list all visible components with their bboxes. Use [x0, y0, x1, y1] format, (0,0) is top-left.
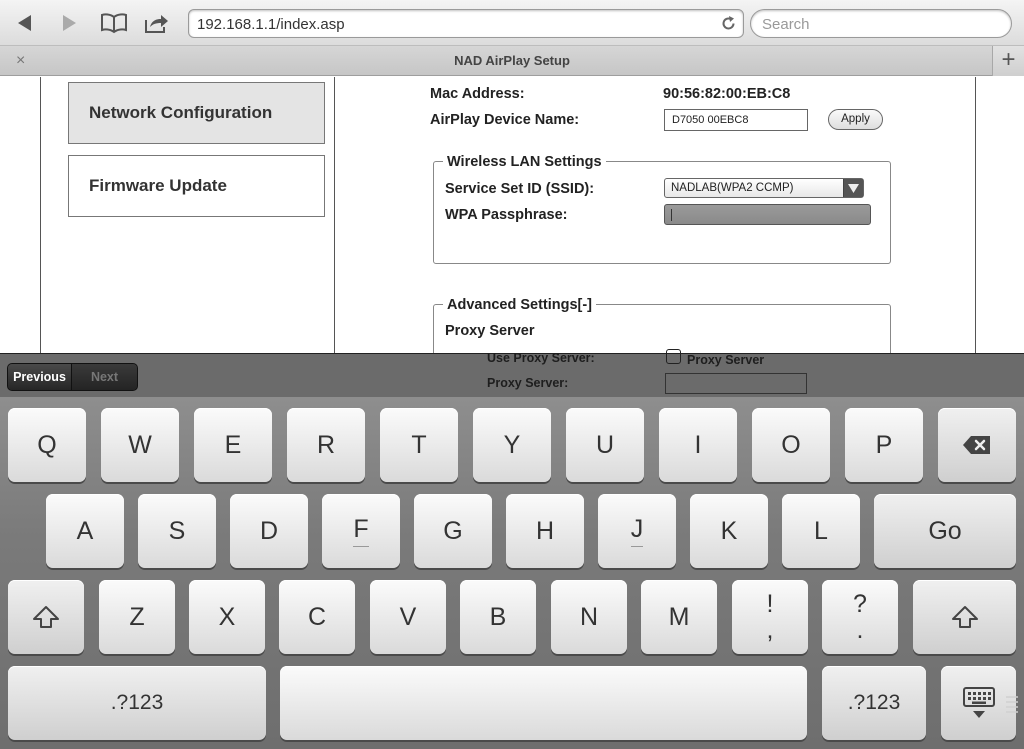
search-placeholder: Search [762, 16, 810, 33]
key-h[interactable]: H [506, 494, 584, 568]
new-tab-button[interactable]: + [992, 46, 1024, 76]
key-e[interactable]: E [194, 408, 272, 482]
hide-keyboard-key[interactable] [941, 666, 1016, 740]
key-r[interactable]: R [287, 408, 365, 482]
apply-button[interactable]: Apply [828, 109, 883, 130]
share-arrow-icon [145, 15, 168, 33]
key-question-label: ? [853, 590, 867, 618]
key-j-label: J [630, 515, 644, 547]
ssid-label: Service Set ID (SSID): [445, 181, 595, 197]
device-name-input[interactable]: D7050 00EBC8 [664, 109, 808, 131]
key-exclamation-label: ! [766, 590, 774, 618]
key-comma-label: , [766, 616, 774, 644]
open-book-icon [101, 13, 127, 34]
proxy-server-label: Proxy Server: [487, 376, 569, 390]
backspace-key[interactable] [938, 408, 1016, 482]
key-u[interactable]: U [566, 408, 644, 482]
wireless-settings-legend: Wireless LAN Settings [443, 154, 606, 170]
forward-button[interactable] [54, 9, 84, 37]
key-c[interactable]: C [279, 580, 355, 654]
device-name-label: AirPlay Device Name: [430, 112, 580, 128]
key-y[interactable]: Y [473, 408, 551, 482]
key-i[interactable]: I [659, 408, 737, 482]
shift-key-left[interactable] [8, 580, 84, 654]
wpa-passphrase-label: WPA Passphrase: [445, 207, 568, 223]
triangle-down-icon [848, 183, 859, 193]
key-k[interactable]: K [690, 494, 768, 568]
key-question-period[interactable]: ? . [822, 580, 898, 654]
proxy-server-input[interactable] [665, 373, 807, 394]
mac-address-value: 90:56:82:00:EB:C8 [663, 86, 791, 102]
next-button[interactable]: Next [72, 364, 137, 390]
sidebar-divider [334, 77, 335, 353]
key-g[interactable]: G [414, 494, 492, 568]
key-j[interactable]: J [598, 494, 676, 568]
address-bar[interactable]: 192.168.1.1/index.asp [188, 9, 744, 38]
proxy-checkbox[interactable] [666, 349, 681, 364]
browser-toolbar: 192.168.1.1/index.asp Search [0, 0, 1024, 46]
advanced-settings-legend[interactable]: Advanced Settings[-] [443, 297, 597, 313]
key-a[interactable]: A [46, 494, 124, 568]
sidebar-item-network-configuration[interactable]: Network Configuration [68, 82, 325, 144]
go-key[interactable]: Go [874, 494, 1016, 568]
wpa-passphrase-input[interactable] [664, 204, 871, 225]
page-border-right [975, 77, 976, 353]
tab-title[interactable]: NAD AirPlay Setup [0, 53, 1024, 68]
key-z[interactable]: Z [99, 580, 175, 654]
form-assistant-bar: Use Proxy Server: Proxy Server Proxy Ser… [0, 349, 1024, 397]
key-f-label: F [353, 515, 369, 547]
key-p[interactable]: P [845, 408, 923, 482]
keyboard-dismiss-icon [962, 687, 995, 718]
key-v[interactable]: V [370, 580, 446, 654]
key-d[interactable]: D [230, 494, 308, 568]
search-input[interactable]: Search [750, 9, 1012, 38]
bookmarks-button[interactable] [98, 9, 130, 37]
prev-next-control: Previous Next [7, 363, 138, 391]
web-page: Network Configuration Firmware Update Ma… [0, 77, 1024, 353]
key-o[interactable]: O [752, 408, 830, 482]
ssid-select[interactable]: NADLAB(WPA2 CCMP) [664, 178, 864, 198]
back-arrow-icon [18, 15, 31, 31]
key-b[interactable]: B [460, 580, 536, 654]
key-w[interactable]: W [101, 408, 179, 482]
back-button[interactable] [10, 9, 40, 37]
shift-key-right[interactable] [913, 580, 1016, 654]
ssid-selected-value: NADLAB(WPA2 CCMP) [671, 182, 794, 194]
proxy-server-heading: Proxy Server [445, 323, 535, 339]
page-border-left [40, 77, 41, 353]
key-f[interactable]: F [322, 494, 400, 568]
key-period-label: . [856, 616, 864, 644]
tab-bar: × NAD AirPlay Setup + [0, 46, 1024, 76]
key-n[interactable]: N [551, 580, 627, 654]
text-cursor [671, 209, 672, 221]
use-proxy-label: Use Proxy Server: [487, 351, 595, 365]
key-x[interactable]: X [189, 580, 265, 654]
key-l[interactable]: L [782, 494, 860, 568]
numbers-key-left[interactable]: .?123 [8, 666, 266, 740]
mac-address-label: Mac Address: [430, 86, 525, 102]
sidebar-item-firmware-update[interactable]: Firmware Update [68, 155, 325, 217]
previous-button[interactable]: Previous [8, 364, 73, 390]
key-exclamation-comma[interactable]: ! , [732, 580, 808, 654]
backspace-icon [963, 436, 990, 454]
space-key[interactable] [280, 666, 807, 740]
url-text: 192.168.1.1/index.asp [197, 16, 345, 33]
reload-button[interactable] [720, 15, 737, 37]
keyboard-split-grip-icon[interactable] [1006, 693, 1018, 715]
forward-arrow-icon [63, 15, 76, 31]
shift-arrow-icon [951, 606, 978, 628]
key-m[interactable]: M [641, 580, 717, 654]
numbers-key-right[interactable]: .?123 [822, 666, 926, 740]
shift-arrow-icon [33, 606, 59, 628]
key-q[interactable]: Q [8, 408, 86, 482]
key-s[interactable]: S [138, 494, 216, 568]
reload-icon [722, 16, 735, 30]
share-button[interactable] [142, 9, 172, 37]
proxy-checkbox-label: Proxy Server [687, 353, 765, 367]
select-dropdown-arrow[interactable] [843, 179, 863, 197]
key-t[interactable]: T [380, 408, 458, 482]
